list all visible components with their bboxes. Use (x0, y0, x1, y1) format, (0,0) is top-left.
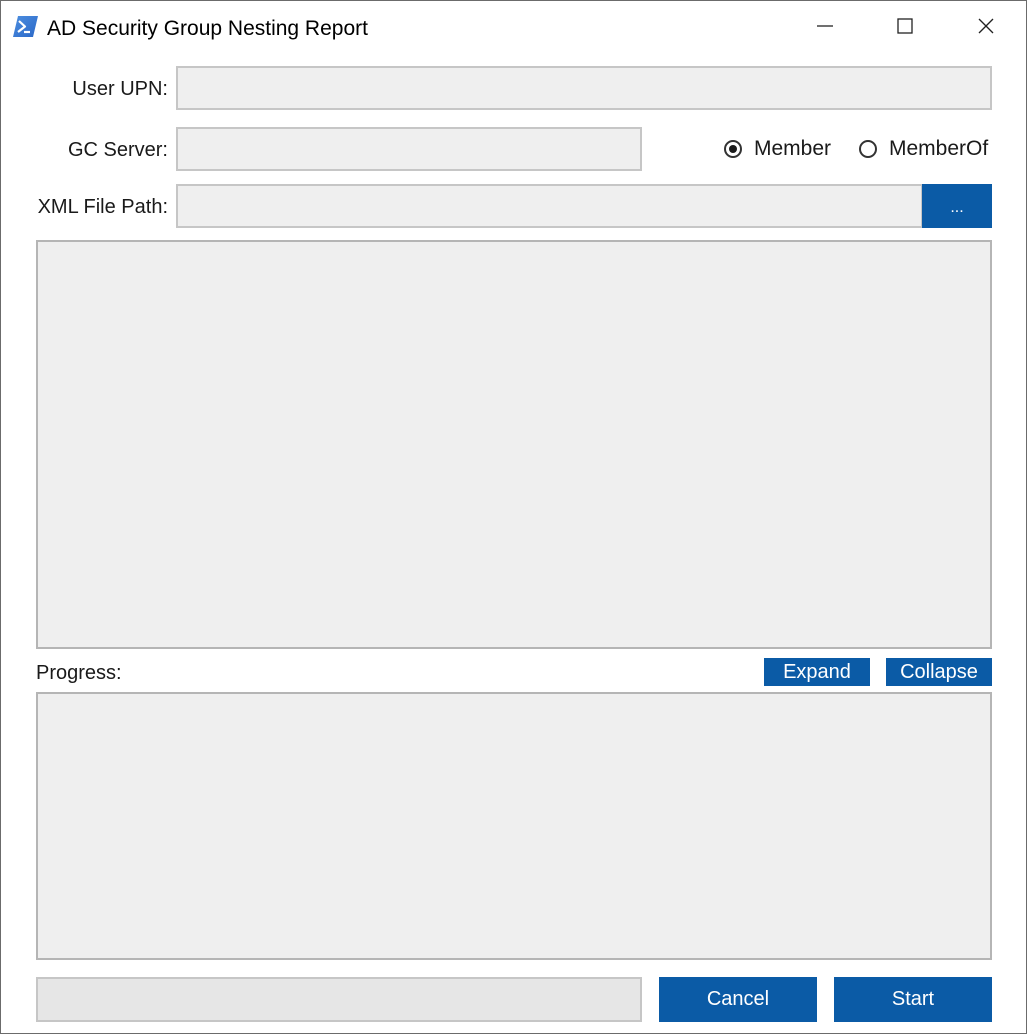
user-upn-label: User UPN: (72, 78, 168, 100)
maximize-button[interactable] (865, 1, 945, 55)
expand-button[interactable]: Expand (764, 658, 870, 686)
radio-memberof-circle (859, 140, 877, 158)
radio-memberof-label: MemberOf (889, 137, 989, 160)
app-window: AD Security Group Nesting Report User UP… (0, 0, 1027, 1034)
start-button[interactable]: Start (834, 977, 992, 1022)
xml-path-label: XML File Path: (37, 196, 168, 218)
radio-member-label: Member (754, 137, 832, 160)
radio-member-circle (724, 140, 742, 158)
radio-member[interactable]: Member (724, 137, 831, 161)
radio-member-dot (729, 145, 737, 153)
browse-button[interactable]: ... (922, 184, 992, 228)
progress-log[interactable] (36, 692, 992, 960)
user-upn-input[interactable] (176, 66, 992, 110)
xml-path-input[interactable] (176, 184, 923, 228)
close-icon (978, 18, 994, 39)
title-bar: AD Security Group Nesting Report (1, 1, 1026, 55)
window-title: AD Security Group Nesting Report (47, 17, 368, 40)
collapse-button[interactable]: Collapse (886, 658, 992, 686)
gc-server-input[interactable] (176, 127, 642, 171)
minimize-button[interactable] (785, 1, 865, 55)
progress-label: Progress: (36, 662, 122, 684)
close-button[interactable] (946, 1, 1026, 55)
powershell-icon (13, 16, 38, 37)
results-tree-view[interactable] (36, 240, 992, 649)
minimize-icon (817, 18, 833, 39)
maximize-icon (897, 17, 913, 39)
radio-memberof[interactable]: MemberOf (859, 137, 988, 161)
gc-server-label: GC Server: (67, 139, 168, 161)
progress-bar (36, 977, 642, 1022)
cancel-button[interactable]: Cancel (659, 977, 817, 1022)
